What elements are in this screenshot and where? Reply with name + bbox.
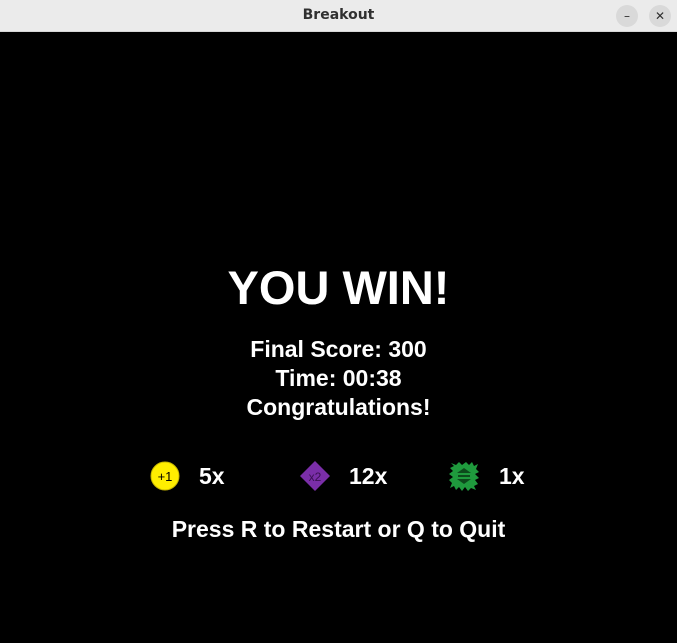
game-canvas[interactable]: YOU WIN! Final Score: 300 Time: 00:38 Co… [0,33,677,643]
plus-one-label: +1 [158,469,173,484]
title-bar: Breakout – ✕ [0,0,677,32]
close-icon: ✕ [654,9,666,23]
restart-quit-prompt: Press R to Restart or Q to Quit [171,516,506,542]
close-button[interactable]: ✕ [649,5,671,27]
times-two-label: x2 [309,470,322,484]
final-score: Final Score: 300 [250,336,427,362]
win-headline: YOU WIN! [227,261,450,314]
plus-one-coin-icon: +1 [150,461,180,491]
window-title: Breakout [302,7,375,23]
elapsed-time: Time: 00:38 [275,365,402,391]
expand-paddle-star-icon [449,462,479,491]
expand-paddle-count: 1x [499,463,525,489]
times-two-count: 12x [349,463,388,489]
minimize-button[interactable]: – [616,5,638,27]
congratulations-message: Congratulations! [246,394,431,420]
times-two-diamond-icon: x2 [300,461,330,491]
minimize-icon: – [624,9,630,23]
plus-one-count: 5x [199,463,225,489]
